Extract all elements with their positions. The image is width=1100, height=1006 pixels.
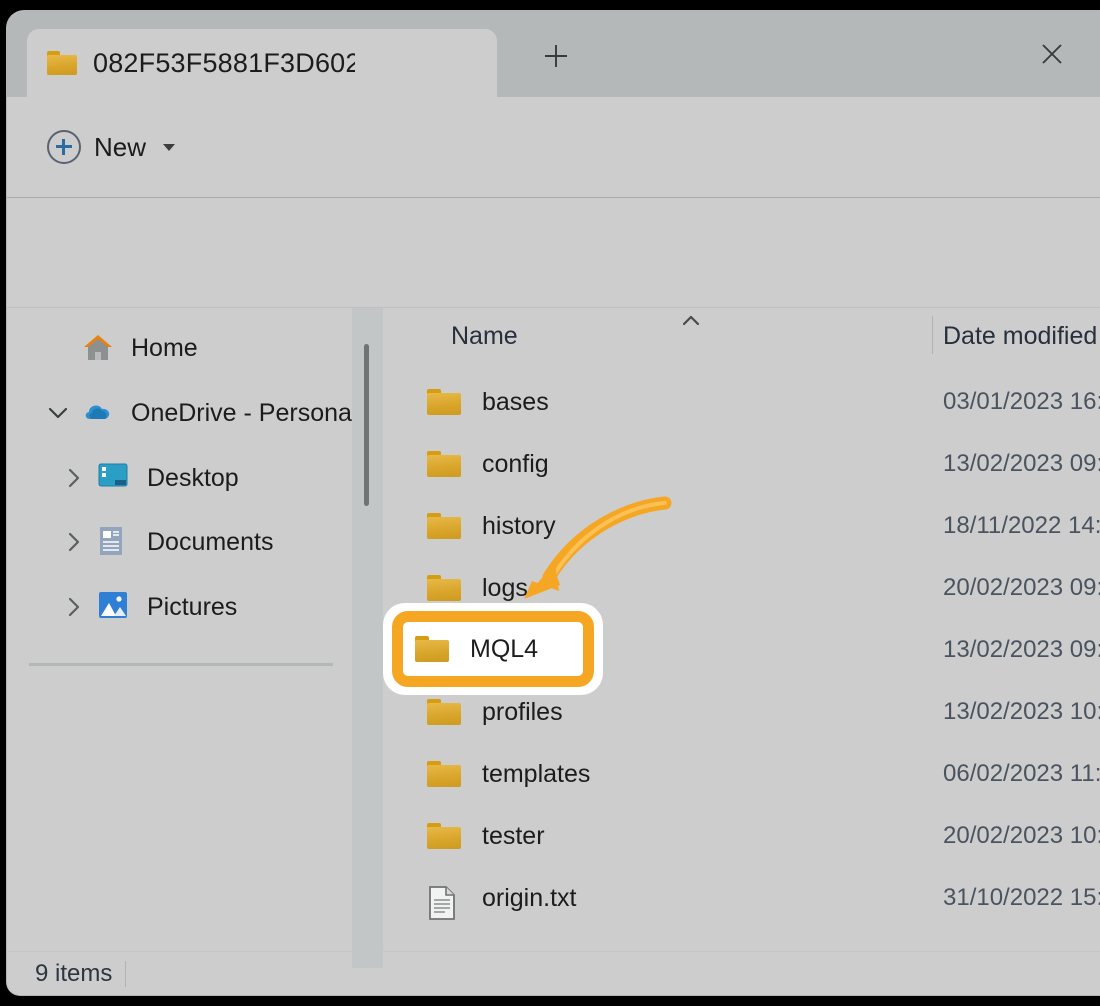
table-row[interactable]: origin.txt 31/10/2022 15:4: [383, 867, 1100, 929]
file-date: 20/02/2023 09:2: [943, 574, 1100, 602]
folder-icon: [47, 51, 77, 75]
sidebar-item-label: Documents: [147, 528, 273, 557]
sidebar-item-label: Home: [131, 334, 198, 363]
tab-title: 082F53F5881F3D6022DF806C3: [93, 48, 355, 79]
column-header-name[interactable]: Name: [451, 322, 518, 351]
highlighted-file-name: MQL4: [470, 635, 538, 664]
chevron-down-icon[interactable]: [39, 394, 77, 432]
file-name: templates: [482, 760, 590, 789]
onedrive-cloud-icon: [81, 396, 115, 430]
text-file-icon: [427, 885, 461, 912]
file-name: config: [482, 450, 549, 479]
status-separator: [7, 951, 1100, 952]
folder-icon: [415, 636, 449, 663]
sidebar-item-label: Desktop: [147, 464, 239, 493]
desktop-icon: [97, 461, 131, 495]
file-date: 18/11/2022 14:3: [943, 512, 1100, 540]
tab-strip: 082F53F5881F3D6022DF806C3: [7, 11, 1100, 97]
sidebar-scrollbar-thumb[interactable]: [364, 344, 369, 506]
status-divider: [125, 961, 126, 987]
sidebar-item-desktop[interactable]: Desktop: [7, 450, 337, 506]
plus-circle-icon: [47, 130, 81, 164]
file-name: origin.txt: [482, 884, 576, 913]
item-count-label: 9 items: [35, 960, 112, 988]
table-row[interactable]: tester 20/02/2023 10:1: [383, 805, 1100, 867]
column-divider[interactable]: [932, 316, 933, 354]
sidebar-item-onedrive[interactable]: OneDrive - Personal: [7, 385, 337, 441]
file-date: 13/02/2023 09:5: [943, 636, 1100, 664]
sidebar-item-documents[interactable]: Documents: [7, 514, 337, 570]
command-bar: New: [7, 97, 1100, 197]
folder-icon: [427, 575, 461, 602]
new-button[interactable]: New: [35, 121, 187, 173]
table-row[interactable]: templates 06/02/2023 11:3: [383, 743, 1100, 805]
sidebar-scrollbar[interactable]: [352, 308, 383, 951]
folder-icon: [427, 389, 461, 416]
sidebar-item-label: OneDrive - Personal: [131, 399, 357, 428]
sidebar-item-home[interactable]: Home: [7, 320, 337, 376]
folder-icon: [427, 451, 461, 478]
address-bar: « Term... › 082F53F5881F3D6022DF806C3D30…: [7, 198, 1100, 308]
file-name: bases: [482, 388, 549, 417]
sidebar-item-pictures[interactable]: Pictures: [7, 579, 337, 635]
file-date: 06/02/2023 11:3: [943, 760, 1100, 788]
status-bar: 9 items: [7, 951, 1100, 996]
chevron-right-icon[interactable]: [55, 523, 93, 561]
chevron-right-icon[interactable]: [55, 459, 93, 497]
documents-icon: [97, 525, 131, 559]
caret-up-icon: [679, 313, 703, 334]
curved-arrow-icon: [477, 481, 717, 631]
table-row[interactable]: bases 03/01/2023 16:2: [383, 371, 1100, 433]
tab-active[interactable]: 082F53F5881F3D6022DF806C3: [27, 29, 497, 97]
file-date: 31/10/2022 15:4: [943, 884, 1100, 912]
chevron-down-icon: [163, 144, 175, 151]
column-header-row: Name Date modified: [383, 308, 1100, 364]
explorer-window: 082F53F5881F3D6022DF806C3 New: [6, 10, 1100, 996]
file-date: 13/02/2023 10:1: [943, 698, 1100, 726]
screenshot-root: 082F53F5881F3D6022DF806C3 New: [0, 0, 1100, 1006]
status-scroll-filler: [352, 951, 383, 968]
close-icon[interactable]: [1035, 37, 1069, 71]
pictures-icon: [97, 590, 131, 624]
chevron-right-icon[interactable]: [55, 588, 93, 626]
highlighted-row-content[interactable]: MQL4: [415, 631, 538, 667]
file-date: 03/01/2023 16:2: [943, 388, 1100, 416]
sidebar-item-label: Pictures: [147, 593, 237, 622]
new-button-label: New: [94, 132, 146, 163]
sidebar-divider: [29, 663, 333, 666]
file-date: 13/02/2023 09:5: [943, 450, 1100, 478]
folder-icon: [427, 761, 461, 788]
home-icon: [81, 331, 115, 365]
file-name: tester: [482, 822, 545, 851]
folder-icon: [427, 699, 461, 726]
navigation-pane: Home OneDrive - Personal: [7, 308, 352, 951]
file-name: profiles: [482, 698, 563, 727]
plus-icon[interactable]: [537, 37, 575, 75]
column-header-date-modified[interactable]: Date modified: [943, 322, 1097, 351]
file-date: 20/02/2023 10:1: [943, 822, 1100, 850]
folder-icon: [427, 823, 461, 850]
folder-icon: [427, 513, 461, 540]
